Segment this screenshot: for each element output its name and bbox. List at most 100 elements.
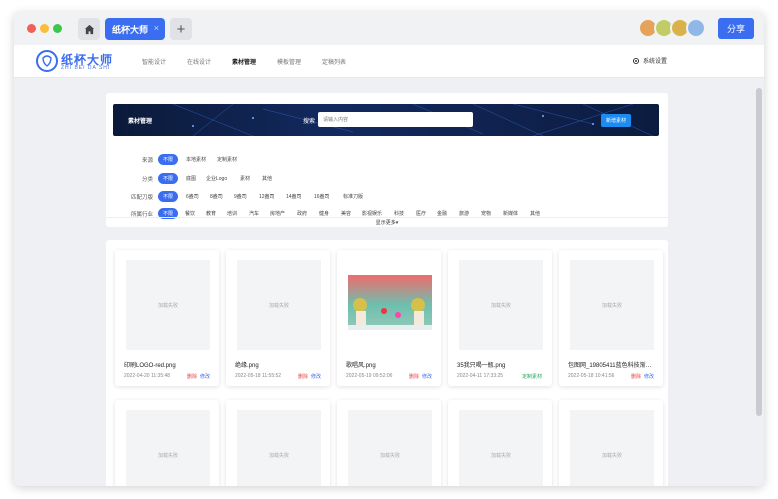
app-window: 纸杯大师 × + 分享 纸杯大师 ZHI BEI DA SHI 智能设计 在线设… bbox=[14, 12, 764, 486]
custom-material-badge: 定制素材 bbox=[522, 374, 543, 380]
material-card[interactable]: 加载失败 bbox=[559, 400, 663, 486]
material-card[interactable]: 加载失败 bbox=[448, 400, 552, 486]
filter-option[interactable]: 健身 bbox=[319, 210, 329, 217]
edit-button[interactable]: 修改 bbox=[311, 373, 321, 380]
logo-icon bbox=[36, 50, 58, 72]
filter-panel: 素材管理 搜索 新增素材 来源 不限 本地素材 定制素材 分类 不限 底图 企业… bbox=[106, 93, 668, 227]
material-card[interactable]: 加载失败 bbox=[337, 400, 441, 486]
filter-option[interactable]: 不限 bbox=[158, 173, 179, 184]
filter-row-die: 匹配刀版 不限 6盎司 8盎司 9盎司 12盎司 14盎司 16盎司 标准刀版 bbox=[106, 191, 668, 203]
filter-option[interactable]: 美容 bbox=[341, 210, 351, 217]
settings-label: 系统设置 bbox=[643, 59, 668, 65]
card-date: 2022-05-18 11:55:52 bbox=[235, 373, 282, 379]
card-date: 2022-04-20 11:35:48 bbox=[124, 373, 171, 379]
minimize-window-dot[interactable] bbox=[40, 24, 49, 33]
filter-option[interactable]: 6盎司 bbox=[186, 193, 199, 200]
image-placeholder: 加载失败 bbox=[570, 410, 654, 486]
filter-option[interactable]: 其他 bbox=[530, 210, 540, 217]
image-placeholder: 加载失败 bbox=[570, 260, 654, 350]
filter-option[interactable]: 底图 bbox=[186, 175, 196, 182]
filter-option[interactable]: 其他 bbox=[262, 175, 272, 182]
material-card[interactable]: 加载失败 bbox=[226, 400, 330, 486]
image-placeholder: 加载失败 bbox=[348, 410, 432, 486]
tab-active[interactable]: 纸杯大师 × bbox=[105, 18, 165, 40]
search-label: 搜索 bbox=[303, 119, 316, 125]
nav-item-finals[interactable]: 定稿列表 bbox=[322, 57, 346, 66]
card-name: 35我只喝一瓶.png bbox=[457, 363, 506, 369]
material-card[interactable]: 歌唱风.png 2022-05-19 09:52:06 删除 修改 bbox=[337, 250, 441, 386]
edit-button[interactable]: 修改 bbox=[200, 373, 210, 380]
delete-button[interactable]: 删除 bbox=[298, 373, 308, 380]
nav-item-materials[interactable]: 素材管理 bbox=[232, 57, 256, 66]
card-date: 2022-04-11 17:33:25 bbox=[457, 373, 504, 379]
filter-option[interactable]: 培训 bbox=[227, 210, 237, 217]
home-button[interactable] bbox=[78, 18, 100, 40]
material-card[interactable]: 加载失败 35我只喝一瓶.png 2022-04-11 17:33:25 定制素… bbox=[448, 250, 552, 386]
card-name: 包图网_19805411蓝色科技渐变... bbox=[568, 363, 656, 369]
material-card[interactable]: 加载失败 bbox=[115, 400, 219, 486]
filter-option[interactable]: 本地素材 bbox=[186, 156, 206, 163]
image-placeholder: 加载失败 bbox=[237, 410, 321, 486]
filter-option[interactable]: 14盎司 bbox=[286, 193, 302, 200]
share-button[interactable]: 分享 bbox=[718, 18, 754, 39]
nav-item-templates[interactable]: 模板管理 bbox=[277, 57, 301, 66]
divider bbox=[106, 217, 668, 218]
image-placeholder: 加载失败 bbox=[126, 260, 210, 350]
gear-icon bbox=[632, 57, 640, 64]
artwork-image bbox=[348, 275, 432, 330]
filter-option[interactable]: 定制素材 bbox=[217, 156, 237, 163]
filter-option[interactable]: 8盎司 bbox=[210, 193, 223, 200]
avatar[interactable] bbox=[686, 18, 706, 38]
add-material-button[interactable]: 新增素材 bbox=[601, 114, 631, 127]
card-date: 2022-05-18 10:41:56 bbox=[568, 373, 615, 379]
scrollbar-thumb[interactable] bbox=[756, 88, 762, 416]
filter-option[interactable]: 餐饮 bbox=[185, 210, 195, 217]
filter-option[interactable]: 16盎司 bbox=[314, 193, 330, 200]
nav-item-online-design[interactable]: 在线设计 bbox=[187, 57, 211, 66]
title-bar: 纸杯大师 × + 分享 bbox=[14, 12, 764, 45]
banner: 素材管理 搜索 新增素材 bbox=[113, 104, 659, 136]
filter-option[interactable]: 12盎司 bbox=[259, 193, 275, 200]
top-nav: 纸杯大师 ZHI BEI DA SHI 智能设计 在线设计 素材管理 模板管理 … bbox=[14, 45, 764, 78]
settings-button[interactable]: 系统设置 bbox=[632, 56, 667, 65]
filter-option[interactable]: 标准刀版 bbox=[343, 193, 363, 200]
add-tab-button[interactable]: + bbox=[170, 18, 192, 40]
filter-option[interactable]: 影视娱乐 bbox=[362, 210, 382, 217]
delete-button[interactable]: 删除 bbox=[631, 373, 641, 380]
filter-option[interactable]: 房地产 bbox=[270, 210, 285, 217]
filter-option[interactable]: 旅游 bbox=[459, 210, 469, 217]
material-card[interactable]: 加载失败 包图网_19805411蓝色科技渐变... 2022-05-18 10… bbox=[559, 250, 663, 386]
filter-option[interactable]: 教育 bbox=[206, 210, 216, 217]
search-input[interactable] bbox=[318, 112, 473, 127]
filter-option[interactable]: 汽车 bbox=[249, 210, 259, 217]
filter-option[interactable]: 医疗 bbox=[416, 210, 426, 217]
close-window-dot[interactable] bbox=[27, 24, 36, 33]
delete-button[interactable]: 删除 bbox=[187, 373, 197, 380]
filter-option[interactable]: 素材 bbox=[240, 175, 250, 182]
edit-button[interactable]: 修改 bbox=[644, 373, 654, 380]
card-name: 歌唱风.png bbox=[346, 363, 376, 369]
card-date: 2022-05-19 09:52:06 bbox=[346, 373, 393, 379]
filter-option[interactable]: 宠物 bbox=[481, 210, 491, 217]
filter-option[interactable]: 不限 bbox=[158, 191, 179, 202]
filter-option[interactable]: 不限 bbox=[158, 154, 179, 165]
card-name: 绝缘.png bbox=[235, 363, 259, 369]
filter-option[interactable]: 政府 bbox=[297, 210, 307, 217]
filter-option[interactable]: 新媒体 bbox=[503, 210, 518, 217]
image-placeholder: 加载失败 bbox=[237, 260, 321, 350]
show-more-button[interactable]: 显示更多▾ bbox=[106, 219, 668, 226]
filter-option[interactable]: 企业Logo bbox=[206, 175, 227, 182]
maximize-window-dot[interactable] bbox=[53, 24, 62, 33]
material-card[interactable]: 加载失败 印刷LOGO-red.png 2022-04-20 11:35:48 … bbox=[115, 250, 219, 386]
edit-button[interactable]: 修改 bbox=[422, 373, 432, 380]
filter-row-source: 来源 不限 本地素材 定制素材 bbox=[106, 154, 668, 166]
image-placeholder: 加载失败 bbox=[459, 410, 543, 486]
nav-item-smart-design[interactable]: 智能设计 bbox=[142, 57, 166, 66]
filter-option[interactable]: 9盎司 bbox=[234, 193, 247, 200]
filter-option[interactable]: 科技 bbox=[394, 210, 404, 217]
filter-option[interactable]: 金融 bbox=[437, 210, 447, 217]
tab-close-icon[interactable]: × bbox=[154, 23, 159, 33]
material-image bbox=[348, 260, 432, 350]
delete-button[interactable]: 删除 bbox=[409, 373, 419, 380]
material-card[interactable]: 加载失败 绝缘.png 2022-05-18 11:55:52 删除 修改 bbox=[226, 250, 330, 386]
